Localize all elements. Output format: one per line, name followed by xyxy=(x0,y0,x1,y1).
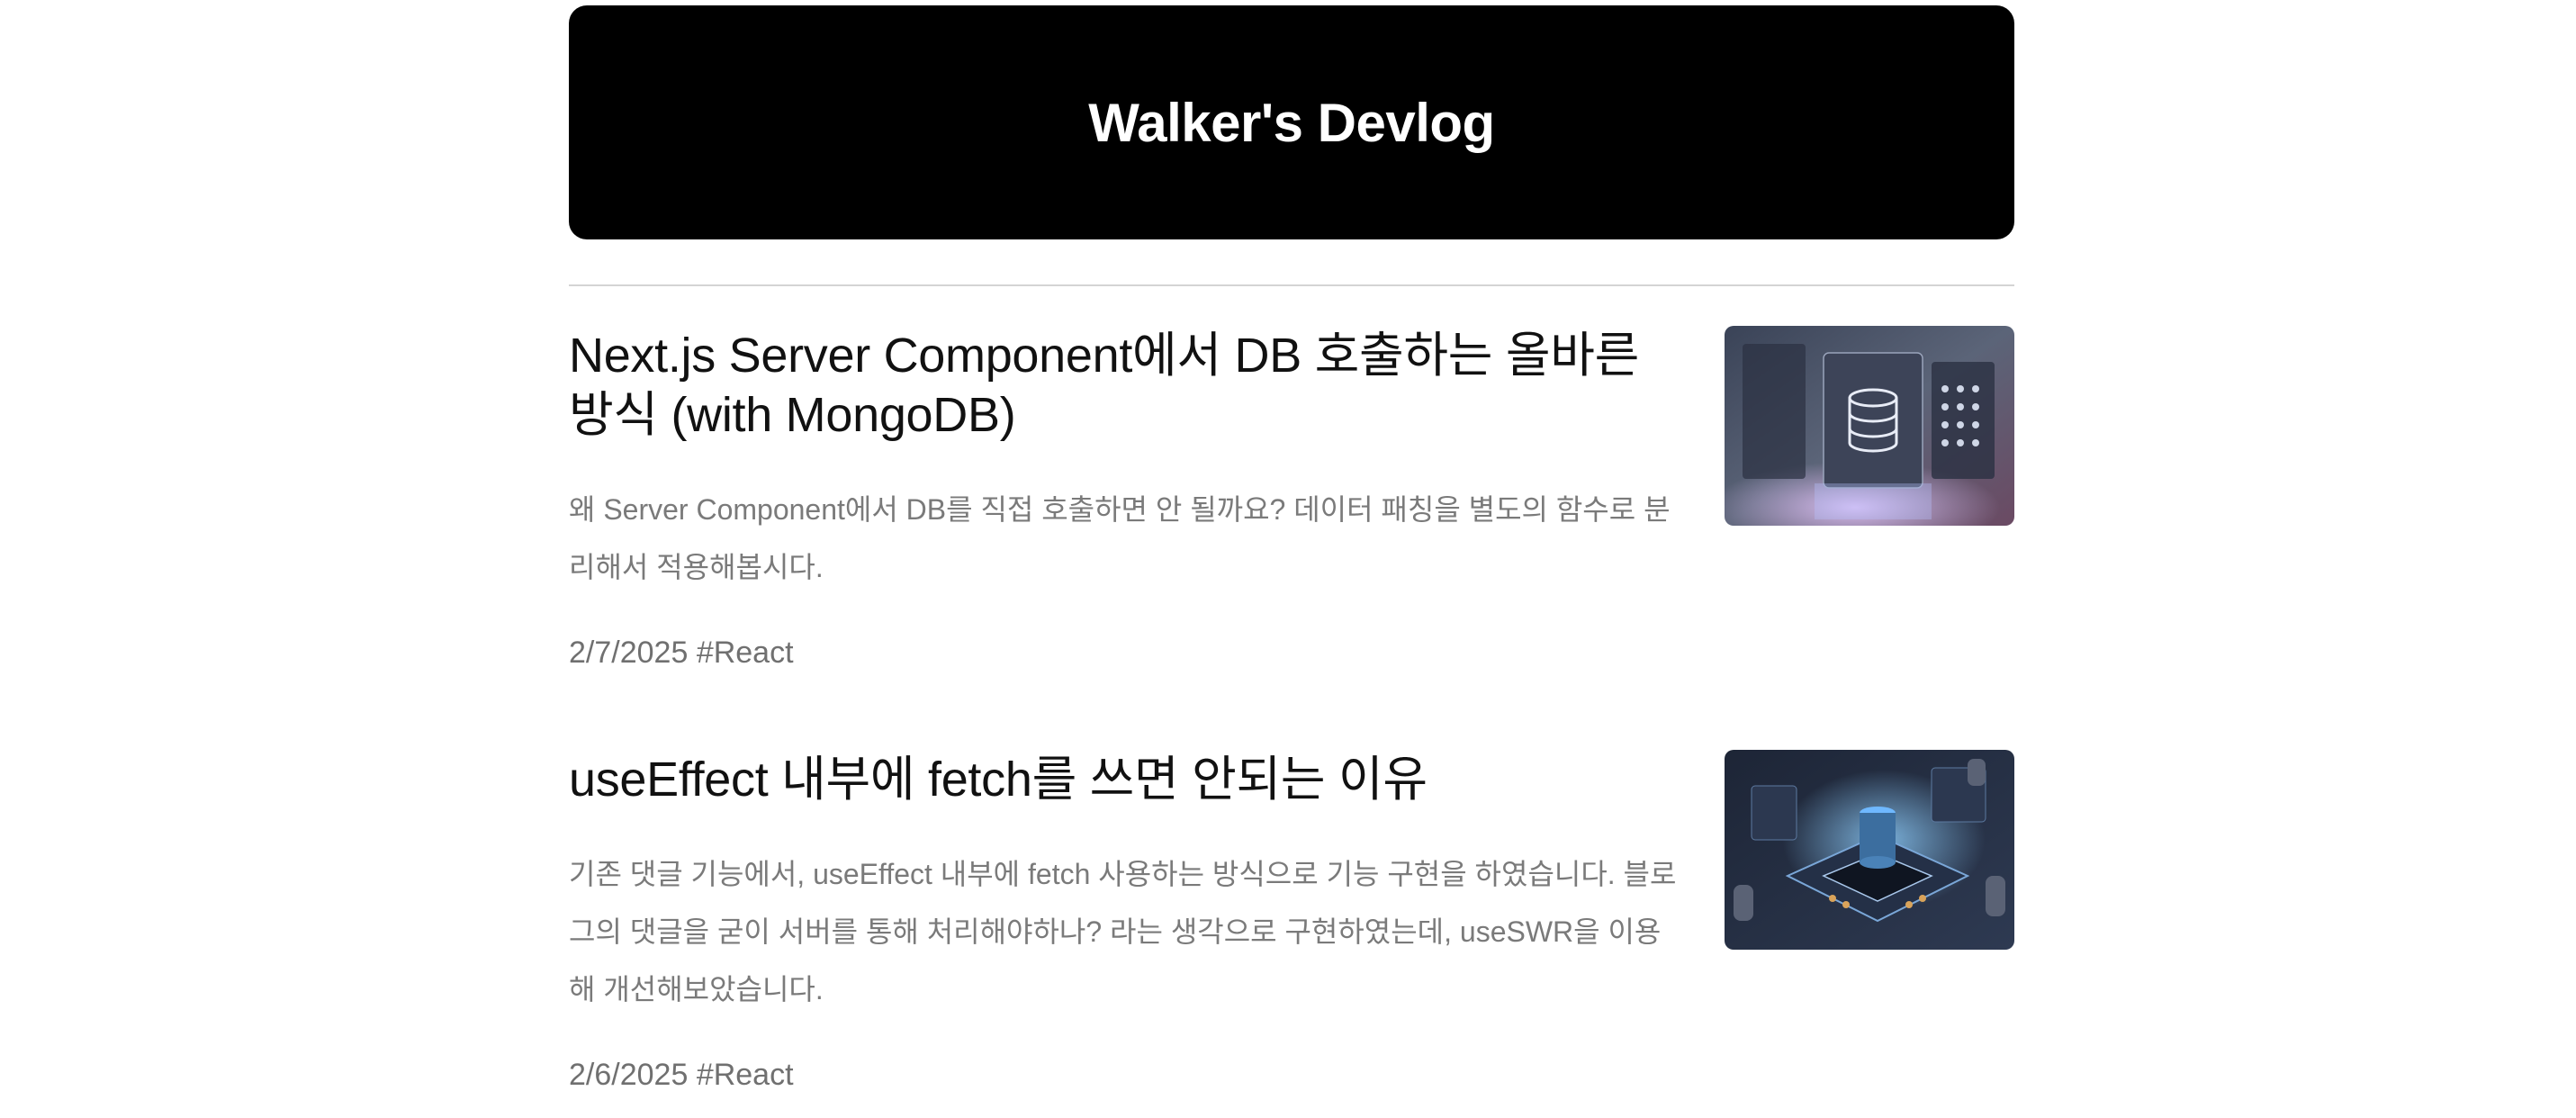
post-thumbnail[interactable] xyxy=(1725,750,2014,950)
post-title[interactable]: useEffect 내부에 fetch를 쓰면 안되는 이유 xyxy=(569,750,1685,809)
post-meta: 2/6/2025 #React xyxy=(569,1058,1685,1093)
post-title[interactable]: Next.js Server Component에서 DB 호출하는 올바른 방… xyxy=(569,326,1685,445)
post-text: Next.js Server Component에서 DB 호출하는 올바른 방… xyxy=(569,326,1685,671)
main-container: Walker's Devlog Next.js Server Component… xyxy=(569,5,2014,1093)
useswr-chip-illustration-icon xyxy=(1725,750,2014,950)
site-title[interactable]: Walker's Devlog xyxy=(1088,92,1495,154)
post-description: 왜 Server Component에서 DB를 직접 호출하면 안 될까요? … xyxy=(569,493,1671,583)
post-item[interactable]: Next.js Server Component에서 DB 호출하는 올바른 방… xyxy=(569,326,2014,671)
post-item[interactable]: useEffect 내부에 fetch를 쓰면 안되는 이유 기존 댓글 기능에… xyxy=(569,750,2014,1093)
header-divider xyxy=(569,284,2014,286)
post-description: 기존 댓글 기능에서, useEffect 내부에 fetch 사용하는 방식으… xyxy=(569,858,1677,1005)
database-server-illustration-icon xyxy=(1725,326,2014,526)
page: Walker's Devlog Next.js Server Component… xyxy=(0,0,2576,1118)
post-tag[interactable]: #React xyxy=(697,1058,794,1092)
post-date: 2/7/2025 xyxy=(569,636,689,670)
post-text: useEffect 내부에 fetch를 쓰면 안되는 이유 기존 댓글 기능에… xyxy=(569,750,1685,1093)
post-tag[interactable]: #React xyxy=(697,636,794,670)
post-date: 2/6/2025 xyxy=(569,1058,689,1092)
post-thumbnail[interactable] xyxy=(1725,326,2014,526)
post-meta: 2/7/2025 #React xyxy=(569,636,1685,671)
site-header[interactable]: Walker's Devlog xyxy=(569,5,2014,239)
